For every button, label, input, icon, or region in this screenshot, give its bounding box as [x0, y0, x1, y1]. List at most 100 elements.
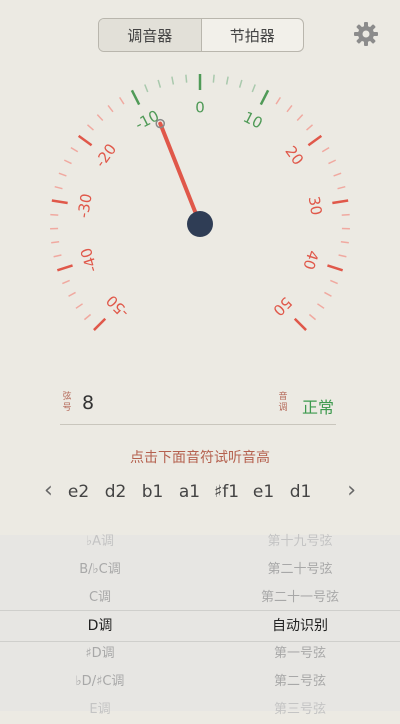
minor-tick — [341, 242, 349, 243]
gauge-label: 0 — [195, 99, 205, 117]
major-tick — [332, 201, 348, 204]
gauge-label: -30 — [74, 192, 96, 219]
minor-tick — [108, 105, 113, 111]
picker-item[interactable]: ♭D/♯C调 — [0, 668, 200, 696]
minor-tick — [309, 315, 315, 320]
minor-tick — [334, 173, 342, 176]
gauge-label: 10 — [240, 108, 265, 133]
minor-tick — [342, 215, 350, 216]
minor-tick — [69, 292, 76, 296]
minor-tick — [87, 125, 93, 130]
pitch-status-value: 正常 — [302, 394, 334, 418]
minor-tick — [55, 187, 63, 189]
picker-item[interactable]: 第十九号弦 — [200, 528, 400, 556]
note-button[interactable]: ♯f1 — [208, 478, 245, 506]
minor-tick — [338, 187, 346, 189]
picker-item[interactable]: 第二号弦 — [200, 668, 400, 696]
minor-tick — [172, 77, 173, 85]
gauge-label: -20 — [91, 140, 120, 170]
minor-tick — [62, 280, 69, 283]
gear-icon[interactable] — [352, 20, 380, 48]
major-tick — [94, 319, 105, 330]
string-number-value: 8 — [82, 392, 94, 414]
minor-tick — [240, 80, 242, 88]
minor-tick — [287, 105, 292, 111]
minor-tick — [324, 292, 331, 296]
picker-item[interactable]: D调 — [0, 612, 200, 640]
major-tick — [132, 90, 139, 104]
picker-item[interactable]: 自动识别 — [200, 612, 400, 640]
scroll-right-arrow-icon[interactable]: › — [347, 478, 356, 504]
picker-item[interactable]: 第二十号弦 — [200, 556, 400, 584]
minor-tick — [276, 97, 280, 104]
picker-item[interactable]: B/♭C调 — [0, 556, 200, 584]
major-tick — [57, 265, 72, 270]
minor-tick — [330, 280, 337, 283]
gauge-label: 50 — [269, 293, 295, 319]
minor-tick — [213, 75, 214, 83]
major-tick — [295, 319, 306, 330]
gauge-label: 20 — [281, 143, 307, 169]
picker-item[interactable]: E调 — [0, 696, 200, 724]
gauge-label: 40 — [299, 248, 322, 272]
key-string-picker[interactable]: ♭A调B/♭C调C调D调♯D调♭D/♯C调E调 第十九号弦第二十号弦第二十一号弦… — [0, 535, 400, 711]
needle-hub — [187, 211, 213, 237]
minor-tick — [317, 304, 324, 308]
note-selector: ‹ e2d2b1a1♯f1e1d1 › — [42, 478, 358, 506]
minor-tick — [158, 80, 160, 88]
gauge-label: -40 — [77, 246, 102, 275]
note-button[interactable]: d1 — [282, 478, 319, 506]
tuning-info-row: 弦号 8 音调 正常 — [60, 388, 336, 425]
note-button[interactable]: d2 — [97, 478, 134, 506]
picker-item[interactable]: 第二十一号弦 — [200, 584, 400, 612]
pitch-status-label: 音调 — [278, 392, 288, 414]
gauge-labels: -50-40-30-20-1001020304050 — [74, 99, 325, 322]
minor-tick — [97, 115, 102, 121]
note-button[interactable]: e1 — [245, 478, 282, 506]
major-tick — [261, 90, 268, 104]
major-tick — [79, 136, 92, 145]
major-tick — [52, 201, 68, 204]
string-number-label: 弦号 — [62, 392, 72, 414]
minor-tick — [307, 125, 313, 130]
major-tick — [327, 265, 342, 270]
minor-tick — [84, 315, 90, 320]
tab-tuner[interactable]: 调音器 — [99, 19, 202, 51]
tuner-needle — [160, 124, 200, 224]
scroll-left-arrow-icon[interactable]: ‹ — [44, 478, 53, 504]
minor-tick — [145, 85, 148, 92]
minor-tick — [186, 75, 187, 83]
major-tick — [308, 136, 321, 145]
picker-item[interactable]: ♯D调 — [0, 640, 200, 668]
gauge-label: -50 — [103, 291, 133, 321]
gauge-label: 30 — [305, 195, 326, 217]
picker-item[interactable]: 第三号弦 — [200, 696, 400, 724]
string-picker-column[interactable]: 第十九号弦第二十号弦第二十一号弦自动识别第一号弦第二号弦第三号弦 — [200, 528, 400, 724]
mode-segmented-control: 调音器 节拍器 — [98, 18, 304, 52]
tab-metronome[interactable]: 节拍器 — [202, 19, 304, 51]
minor-tick — [297, 115, 302, 121]
picker-item[interactable]: ♭A调 — [0, 528, 200, 556]
minor-tick — [64, 160, 71, 163]
minor-tick — [328, 160, 335, 163]
picker-item[interactable]: C调 — [0, 584, 200, 612]
minor-tick — [59, 173, 67, 176]
listen-hint-text: 点击下面音符试听音高 — [0, 447, 400, 467]
note-strip: e2d2b1a1♯f1e1d1 — [60, 478, 340, 506]
minor-tick — [71, 148, 78, 152]
picker-item[interactable]: 第一号弦 — [200, 640, 400, 668]
minor-tick — [76, 304, 83, 308]
minor-tick — [50, 215, 58, 216]
note-button[interactable]: e2 — [60, 478, 97, 506]
tuner-gauge: -50-40-30-20-1001020304050 — [0, 60, 400, 380]
minor-tick — [322, 148, 329, 152]
minor-tick — [51, 242, 59, 243]
minor-tick — [339, 255, 347, 257]
minor-tick — [227, 77, 228, 85]
note-button[interactable]: a1 — [171, 478, 208, 506]
minor-tick — [252, 85, 255, 92]
key-picker-column[interactable]: ♭A调B/♭C调C调D调♯D调♭D/♯C调E调 — [0, 528, 200, 724]
minor-tick — [120, 97, 124, 104]
minor-tick — [54, 255, 62, 257]
note-button[interactable]: b1 — [134, 478, 171, 506]
